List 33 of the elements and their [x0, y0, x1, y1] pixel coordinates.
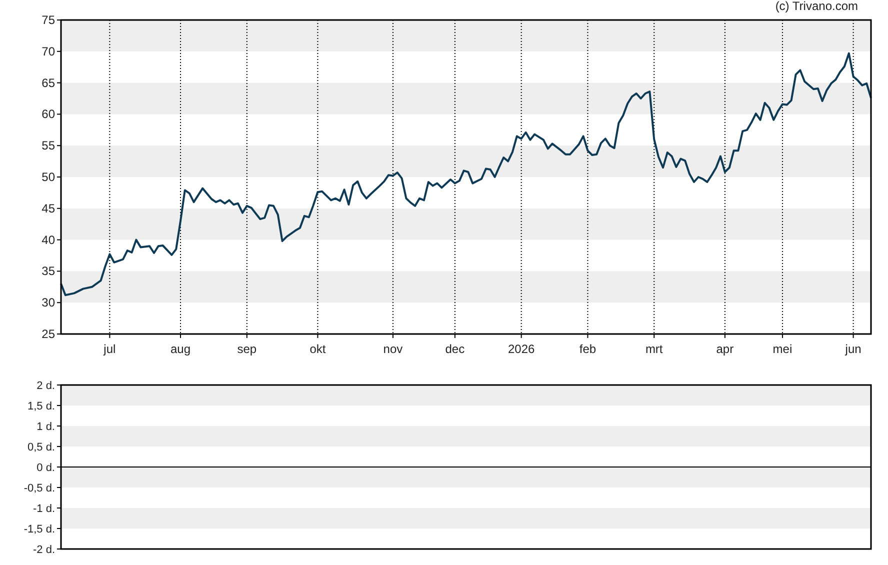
axis-label: dec	[445, 342, 465, 356]
axis-label: 0 d.	[36, 462, 55, 474]
axis-label: -2 d.	[32, 544, 55, 556]
axis-label: 2026	[508, 342, 535, 356]
axis-label: okt	[310, 342, 326, 356]
copyright-text: (c) Trivano.com	[775, 0, 858, 12]
axis-label: 75	[42, 13, 55, 27]
axis-label: 0,5 d.	[27, 442, 55, 454]
axis-label: 50	[42, 170, 55, 184]
axis-label: 60	[42, 107, 55, 122]
axis-label: jun	[845, 342, 862, 356]
axis-label: apr	[716, 342, 734, 356]
axis-label: aug	[170, 342, 191, 356]
axis-label: 1 d.	[36, 421, 55, 433]
axis-label: 65	[42, 76, 55, 90]
axis-label: 55	[42, 138, 55, 153]
axis-label: nov	[383, 342, 403, 356]
axis-label: jul	[104, 342, 116, 356]
axis-label: mrt	[645, 342, 663, 356]
axis-label: 70	[42, 44, 55, 58]
axis-label: 2 d.	[36, 380, 55, 392]
axis-label: -1 d.	[32, 503, 55, 515]
axis-label: feb	[579, 342, 596, 356]
axis-label: 30	[42, 296, 55, 310]
axis-label: 40	[42, 232, 55, 247]
axis-label: 35	[42, 264, 55, 278]
axis-label: 1,5 d.	[27, 400, 55, 412]
axis-label: mei	[772, 342, 792, 356]
axis-label: sep	[237, 342, 257, 356]
axis-label: -1,5 d.	[24, 524, 55, 536]
axis-label: 25	[42, 327, 55, 341]
axis-label: -0,5 d.	[24, 482, 55, 494]
axis-label: 45	[42, 201, 55, 216]
